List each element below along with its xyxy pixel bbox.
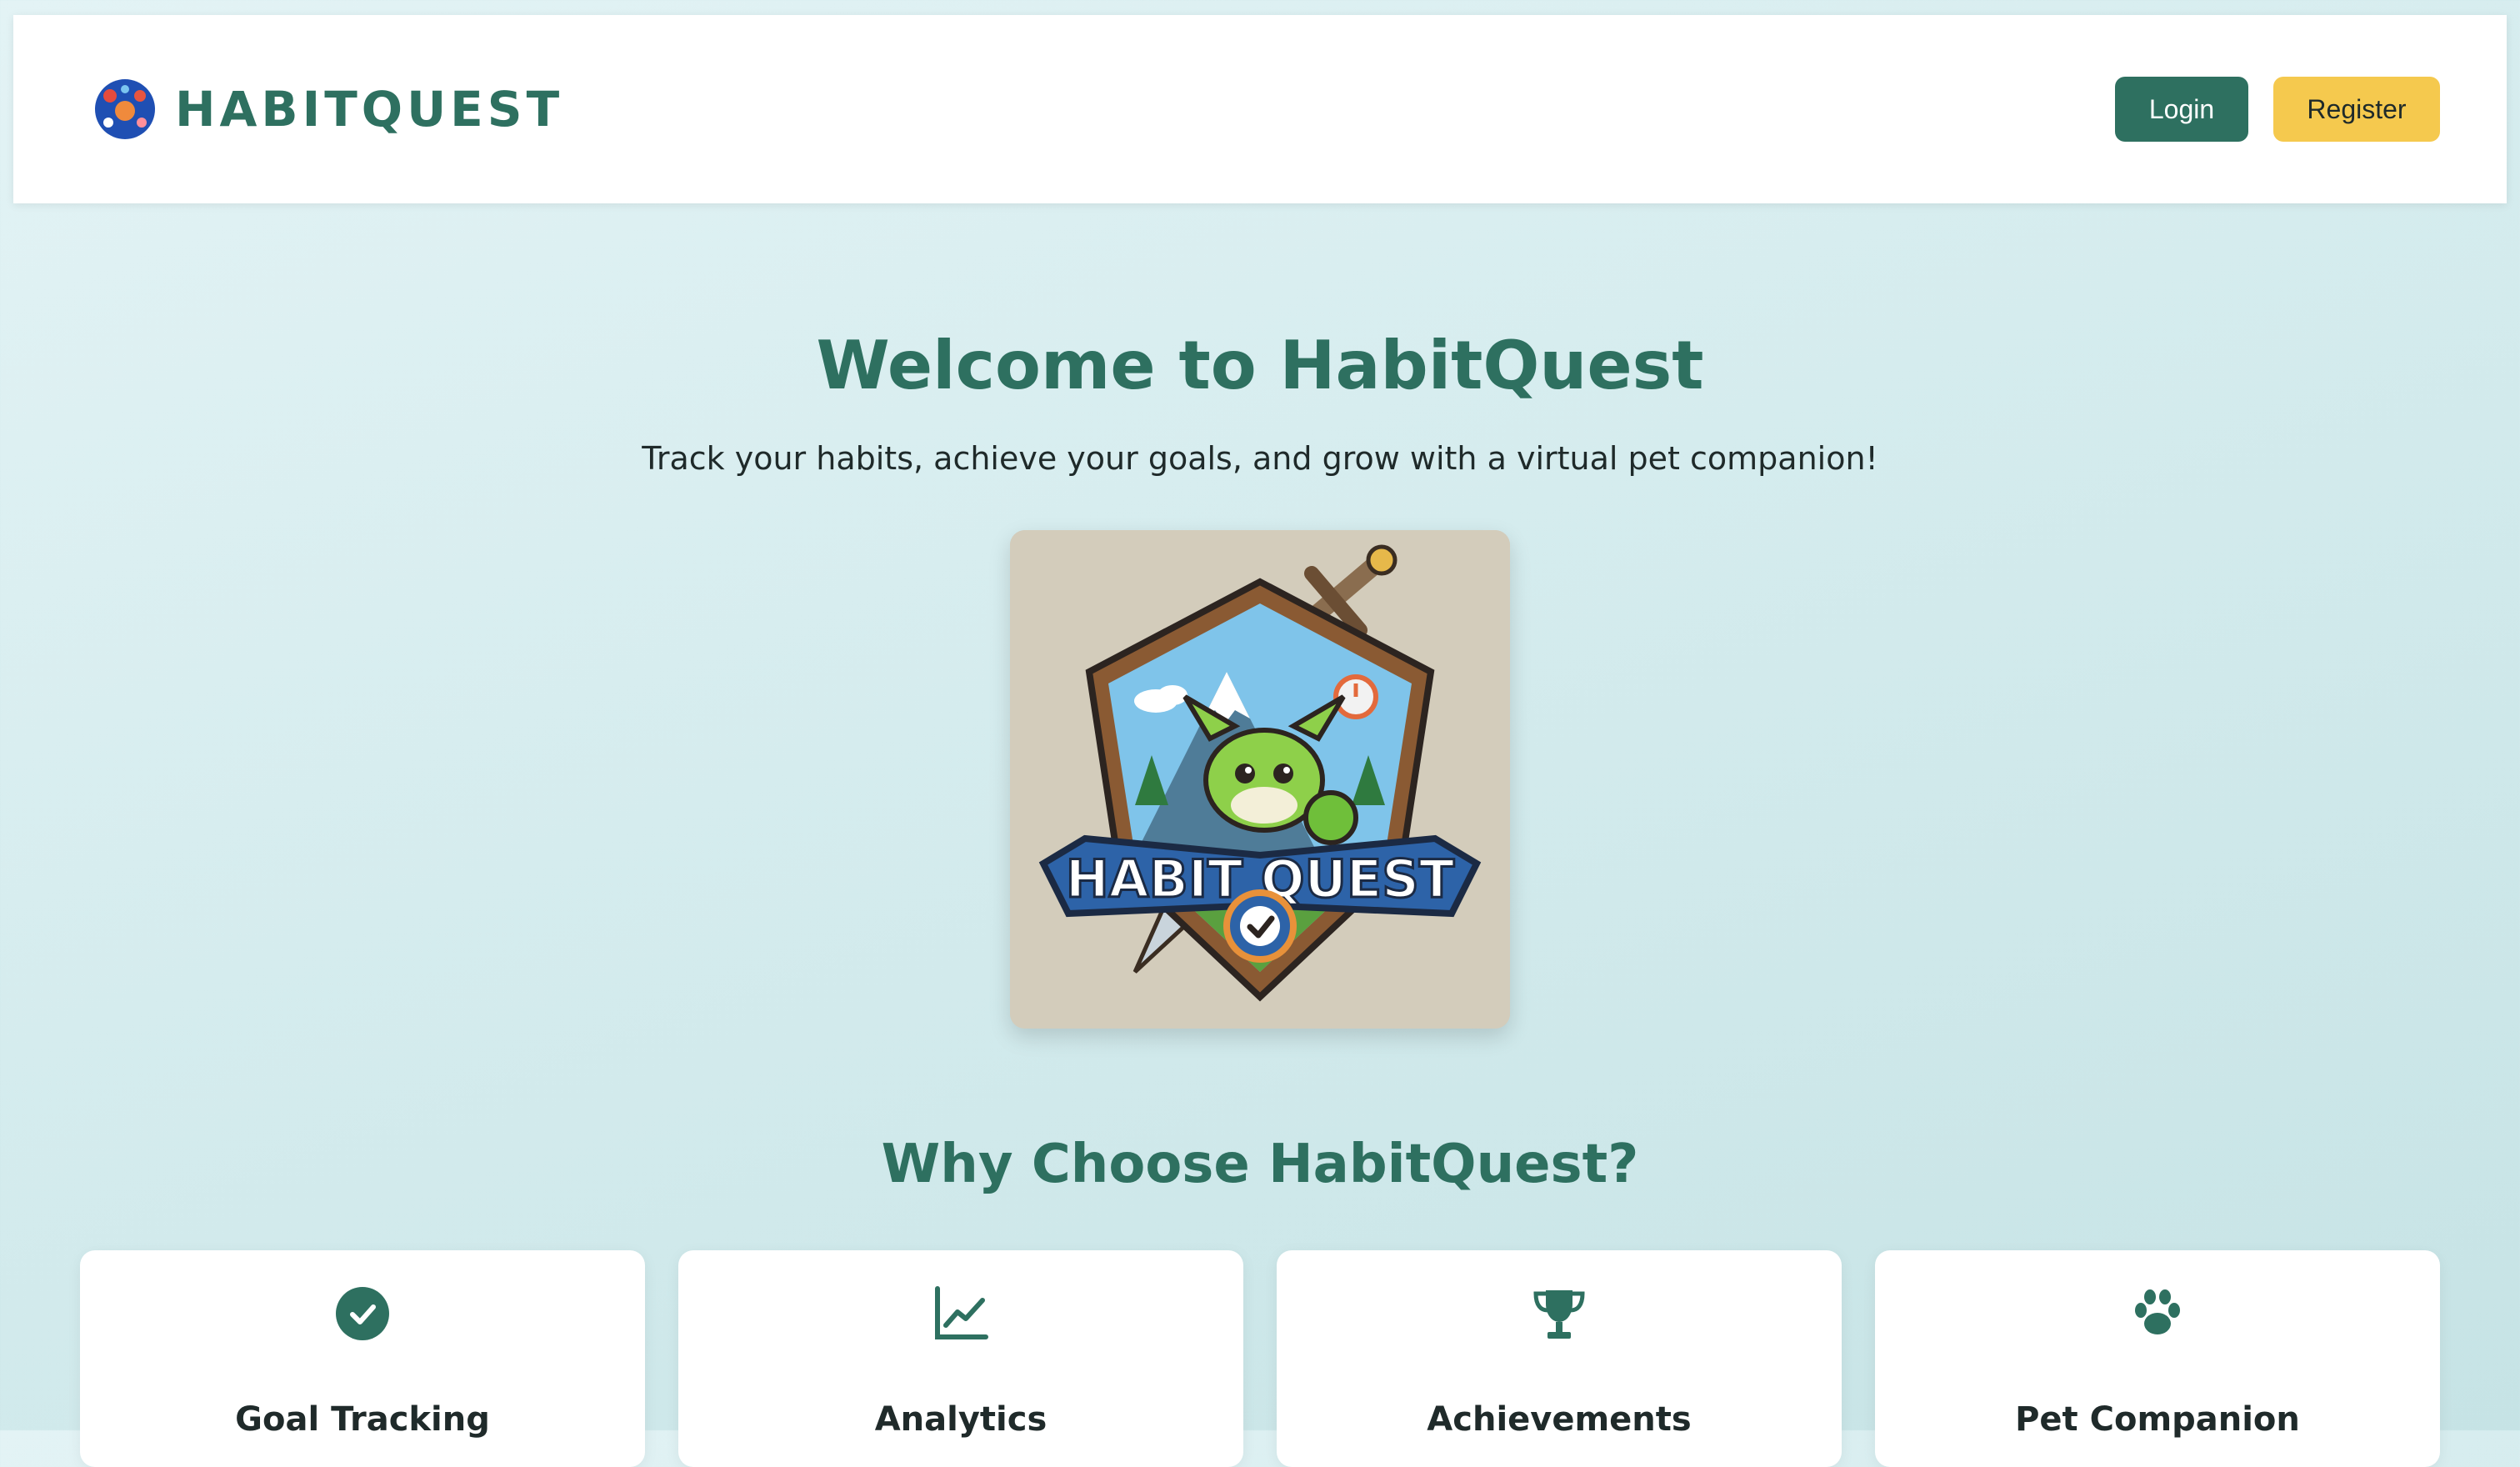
hero-subtitle: Track your habits, achieve your goals, a… <box>642 440 1878 477</box>
feature-card-achievements: Achievements <box>1277 1250 1842 1467</box>
feature-title: Pet Companion <box>2015 1400 2300 1439</box>
feature-title: Achievements <box>1427 1400 1692 1439</box>
feature-title: Analytics <box>874 1400 1048 1439</box>
register-button[interactable]: Register <box>2273 77 2440 142</box>
chart-line-icon <box>935 1286 988 1339</box>
brand[interactable]: HABITQUEST <box>93 78 563 141</box>
login-button[interactable]: Login <box>2115 77 2248 142</box>
trophy-icon <box>1533 1290 1585 1339</box>
feature-card-pet-companion: Pet Companion <box>1875 1250 2440 1467</box>
features-title: Why Choose HabitQuest? <box>881 1134 1639 1195</box>
feature-card-analytics: Analytics <box>678 1250 1243 1467</box>
feature-card-goal-tracking: Goal Tracking <box>80 1250 645 1467</box>
brand-logo-icon <box>95 79 155 139</box>
feature-title: Goal Tracking <box>235 1400 490 1439</box>
hero-title: Welcome to HabitQuest <box>816 327 1704 404</box>
check-circle-icon <box>336 1287 389 1340</box>
brand-name: HABITQUEST <box>175 81 564 138</box>
paw-icon <box>2135 1289 2180 1334</box>
hero-logo-image: HABIT QUEST <box>1010 530 1510 1029</box>
features-list: Goal Tracking Analytics Achievements Pet… <box>80 1250 2440 1467</box>
top-navbar: HABITQUEST Login Register <box>13 15 2507 203</box>
auth-buttons: Login Register <box>2115 77 2440 142</box>
habitquest-emblem: HABIT QUEST <box>1010 530 1510 1029</box>
